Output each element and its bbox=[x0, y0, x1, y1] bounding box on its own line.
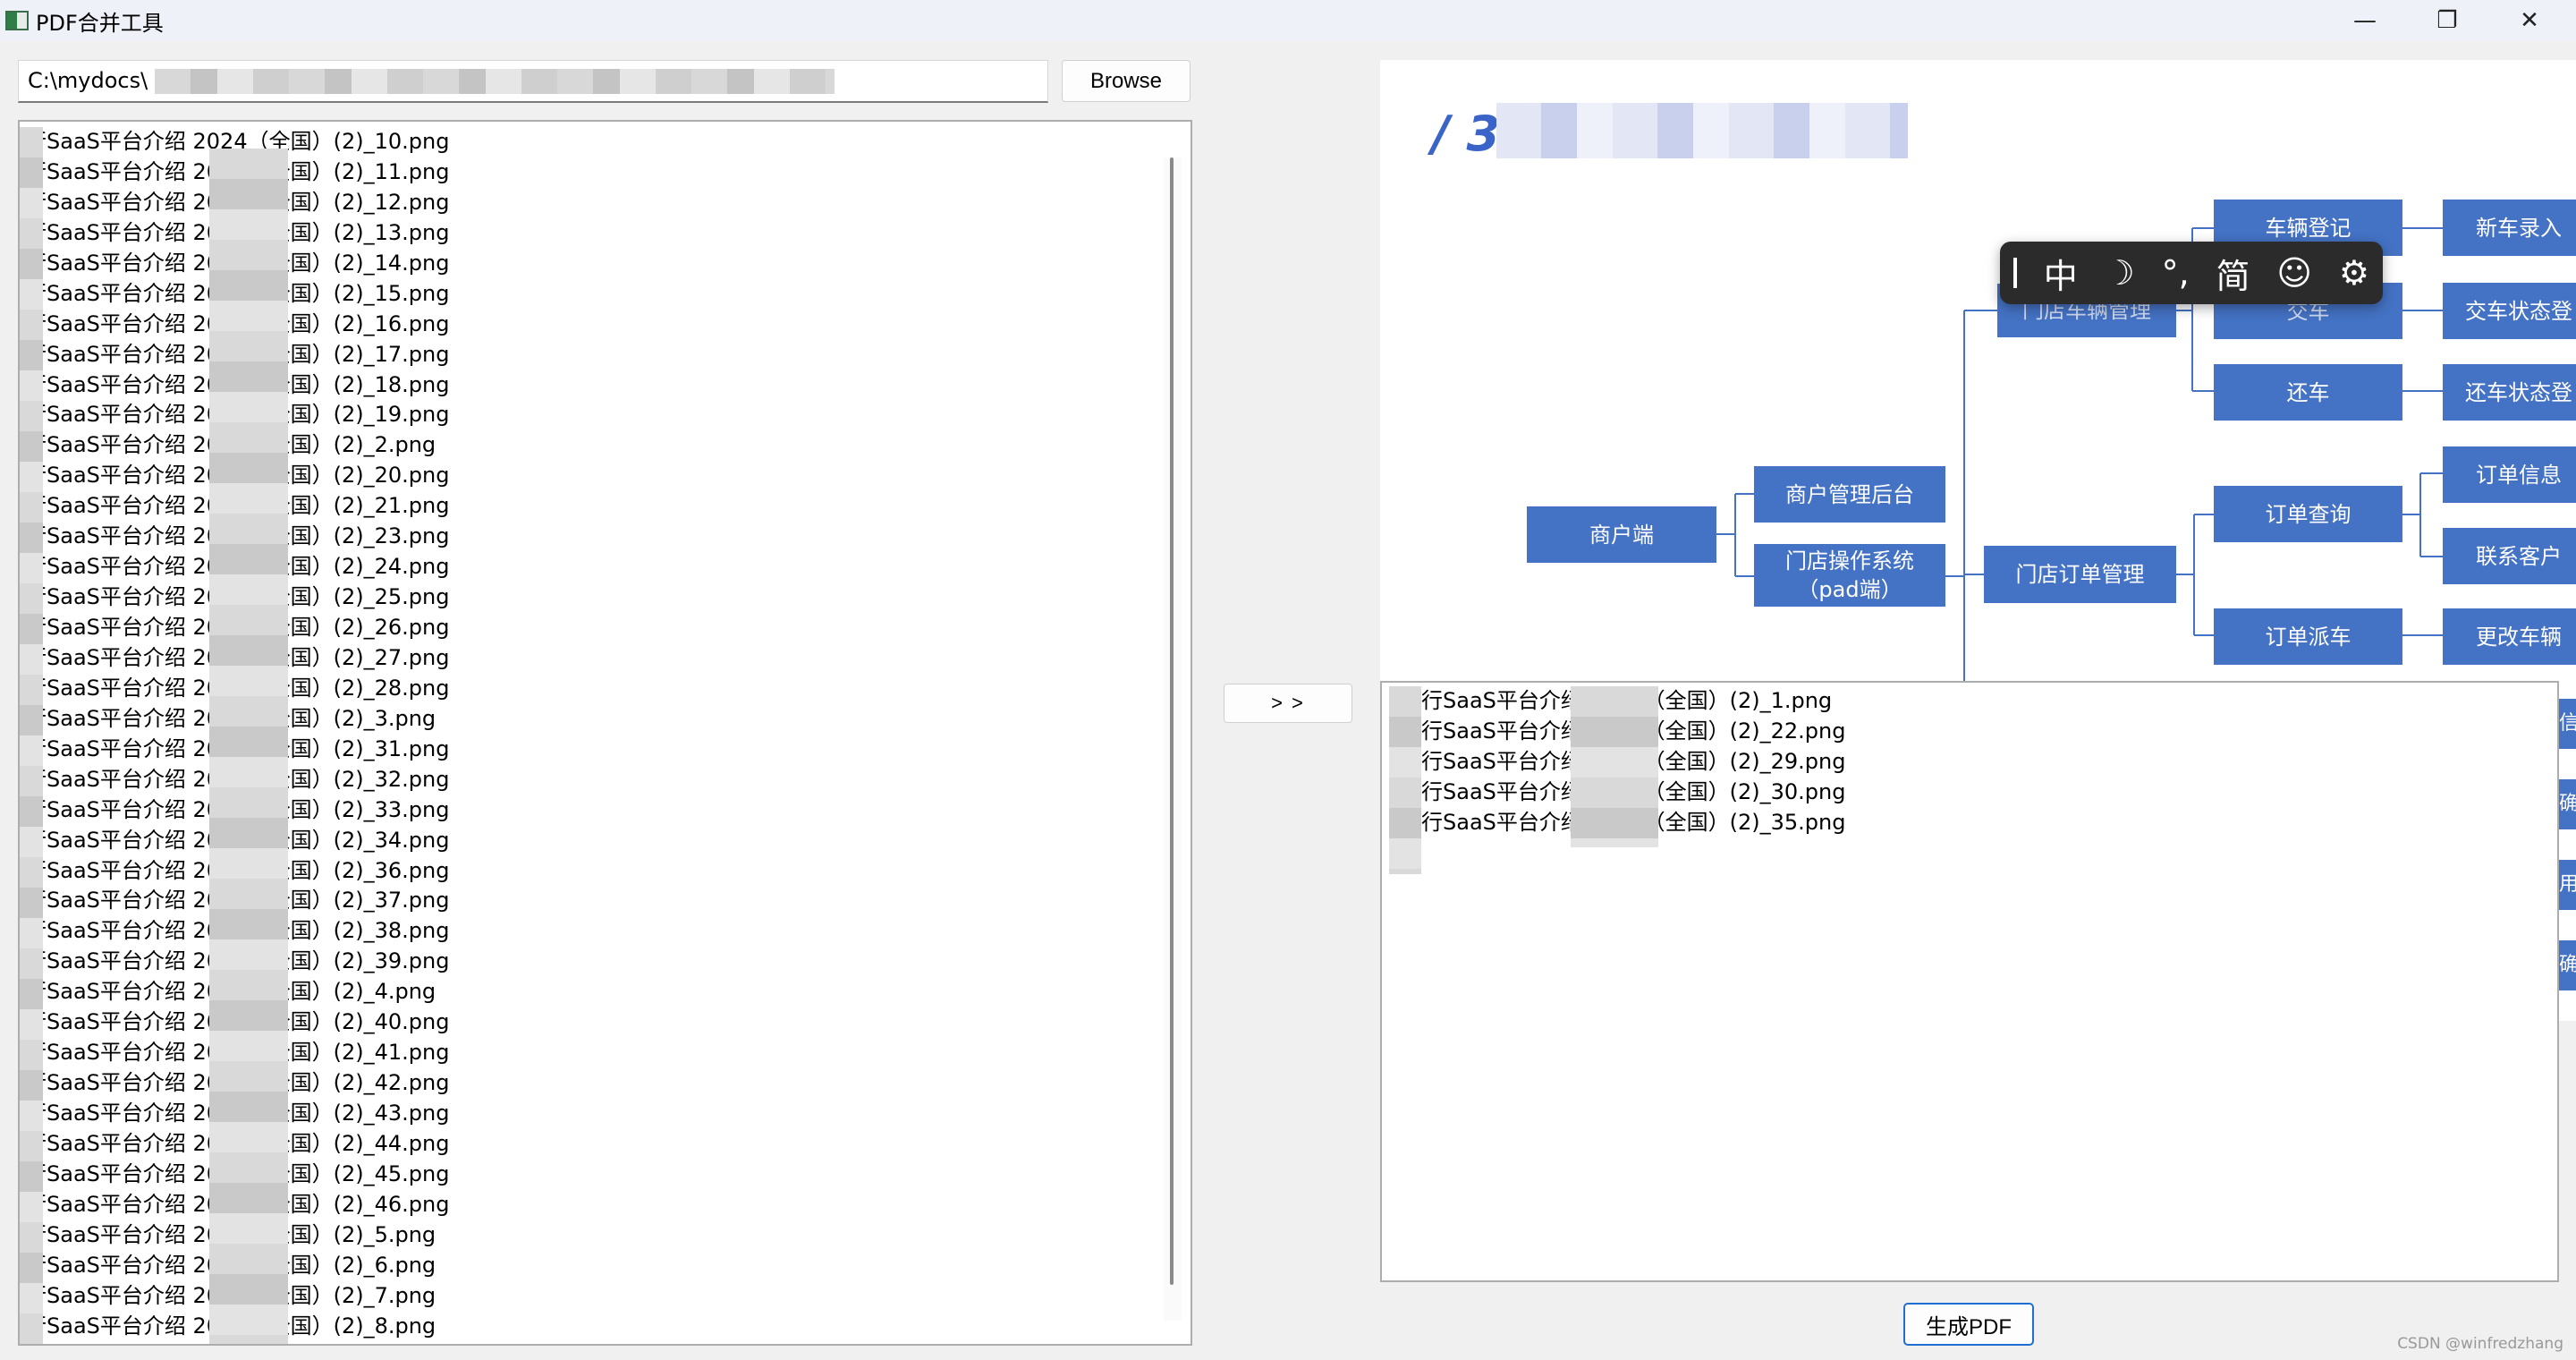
redacted-region bbox=[1389, 686, 1421, 874]
node-return-status: 还车状态登 bbox=[2443, 364, 2576, 421]
redacted-region bbox=[209, 149, 288, 1344]
restore-icon: ❐ bbox=[2436, 7, 2458, 34]
minimize-button[interactable]: — bbox=[2324, 0, 2406, 41]
ime-toolbar[interactable]: 中 ☽ °, 简 ☺ ⚙ bbox=[2000, 242, 2383, 304]
path-text: C:\mydocs\ bbox=[28, 68, 148, 93]
node-edge-4: 确 bbox=[2559, 940, 2576, 990]
image-preview: / 3 场景 商户端 bbox=[1380, 60, 2576, 686]
source-file-list[interactable]: 行SaaS平台介绍 2024（全国）(2)_10.png 行SaaS平台介绍 20… bbox=[18, 120, 1192, 1346]
redacted-region bbox=[1571, 686, 1658, 847]
node-new-car-entry: 新车录入 bbox=[2443, 200, 2576, 256]
path-input[interactable]: C:\mydocs\ bbox=[18, 60, 1048, 103]
preview-edge: 信 确 用 确 bbox=[2559, 681, 2576, 1021]
gear-icon[interactable]: ⚙ bbox=[2339, 253, 2369, 293]
minimize-icon: — bbox=[2353, 7, 2377, 34]
watermark: CSDN @winfredzhang bbox=[2397, 1335, 2563, 1353]
browse-button[interactable]: Browse bbox=[1062, 60, 1191, 102]
close-button[interactable]: ✕ bbox=[2488, 0, 2571, 41]
generate-pdf-button[interactable]: 生成PDF bbox=[1903, 1303, 2034, 1346]
moon-icon[interactable]: ☽ bbox=[2105, 253, 2135, 293]
node-order-dispatch: 订单派车 bbox=[2214, 608, 2402, 665]
node-edge-1: 信 bbox=[2559, 699, 2576, 749]
node-merchant: 商户端 bbox=[1527, 506, 1716, 563]
emoji-icon[interactable]: ☺ bbox=[2276, 253, 2312, 293]
scrollbar-thumb[interactable] bbox=[1170, 157, 1174, 1285]
scrollbar[interactable] bbox=[1164, 157, 1182, 1321]
node-edge-3: 用 bbox=[2559, 860, 2576, 910]
redacted-region bbox=[20, 127, 43, 1344]
ime-mode-button[interactable]: 中 bbox=[2044, 249, 2078, 298]
node-contact-customer: 联系客户 bbox=[2443, 528, 2576, 584]
punctuation-button[interactable]: °, bbox=[2162, 253, 2190, 293]
redacted-path bbox=[154, 69, 835, 94]
node-order-query: 订单查询 bbox=[2214, 486, 2402, 542]
node-change-vehicle: 更改车辆 bbox=[2443, 608, 2576, 665]
node-store-os-line2: （pad端） bbox=[1797, 577, 1902, 602]
node-merchant-admin: 商户管理后台 bbox=[1754, 466, 1945, 523]
maximize-button[interactable]: ❐ bbox=[2406, 0, 2488, 41]
node-store-os-line1: 门店操作系统 bbox=[1785, 548, 1914, 574]
title-bar: PDF合并工具 — ❐ ✕ bbox=[0, 0, 2576, 41]
node-store-os: 门店操作系统 （pad端） bbox=[1754, 544, 1945, 607]
node-order-mgmt: 门店订单管理 bbox=[1984, 546, 2176, 603]
selected-file-list[interactable]: 行SaaS平台介绍 2024（全国）(2)_1.png 行SaaS平台介绍 202… bbox=[1380, 681, 2559, 1282]
window-title: PDF合并工具 bbox=[36, 10, 164, 36]
node-return-car: 还车 bbox=[2214, 364, 2402, 421]
move-right-button[interactable]: > > bbox=[1224, 684, 1352, 723]
app-icon bbox=[5, 11, 29, 30]
script-button[interactable]: 简 bbox=[2216, 249, 2250, 298]
node-order-info: 订单信息 bbox=[2443, 446, 2576, 503]
node-edge-2: 确 bbox=[2559, 779, 2576, 829]
node-handover-status: 交车状态登 bbox=[2443, 283, 2576, 339]
ime-drag-handle[interactable] bbox=[2012, 258, 2017, 288]
close-icon: ✕ bbox=[2520, 7, 2539, 34]
